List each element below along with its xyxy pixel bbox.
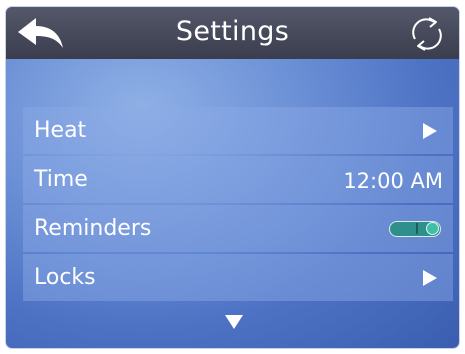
time-value: 12:00 AM (343, 169, 443, 193)
page-title: Settings (175, 16, 290, 47)
toggle-divider (416, 223, 418, 234)
row-label: Locks (34, 265, 96, 290)
row-label: Heat (34, 118, 87, 143)
settings-row-time[interactable]: Time 12:00 AM (23, 156, 453, 203)
refresh-button[interactable] (407, 14, 447, 54)
toggle-knob (426, 222, 439, 235)
reminders-toggle[interactable] (389, 221, 441, 237)
chevron-right-icon (423, 270, 437, 286)
settings-list: Heat Time 12:00 AM Reminders Locks (23, 107, 453, 303)
settings-row-locks[interactable]: Locks (23, 254, 453, 301)
refresh-icon (412, 17, 442, 51)
header-bar: Settings (6, 7, 459, 59)
settings-row-heat[interactable]: Heat (23, 107, 453, 154)
scroll-down-icon[interactable] (225, 315, 243, 329)
row-label: Time (34, 167, 88, 192)
settings-screen: Settings Heat Time 12:00 AM Reminders Lo… (6, 7, 459, 348)
row-label: Reminders (34, 216, 152, 241)
chevron-right-icon (423, 123, 437, 139)
settings-row-reminders[interactable]: Reminders (23, 205, 453, 252)
